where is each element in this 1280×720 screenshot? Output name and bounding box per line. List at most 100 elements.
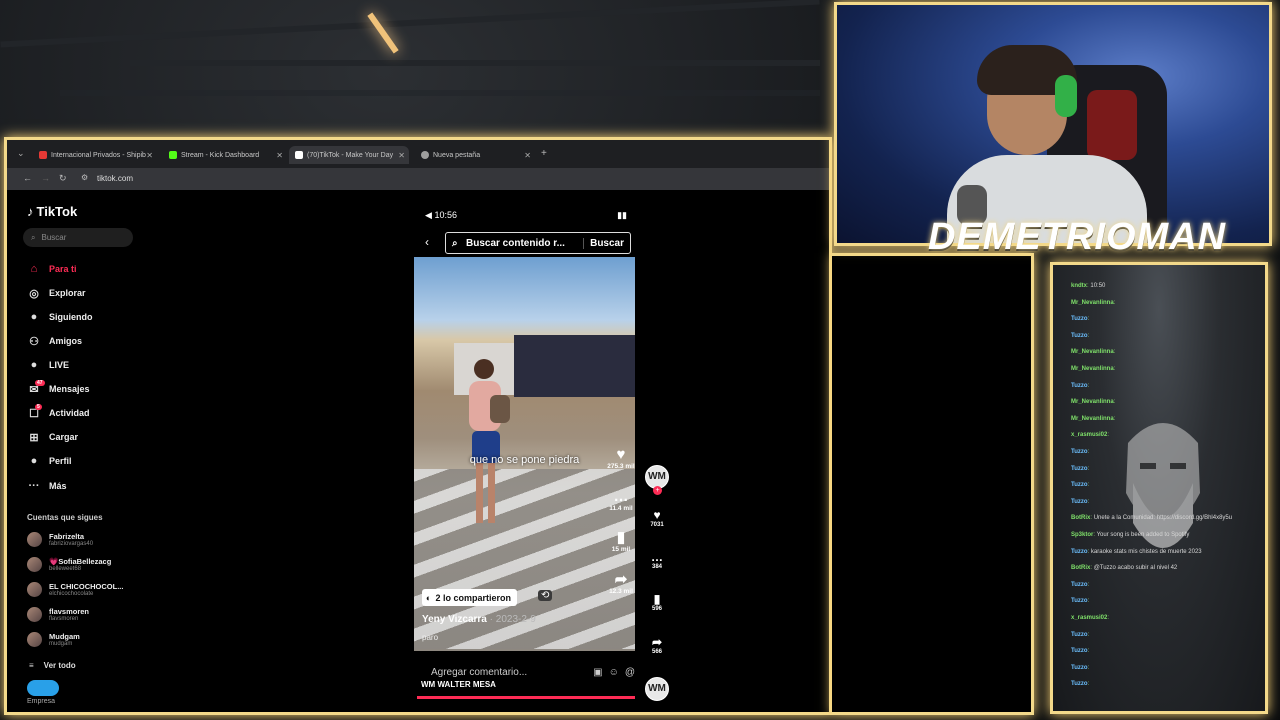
overlay-action[interactable]: … 11.4 mil bbox=[606, 489, 635, 513]
list-icon: ≡ bbox=[29, 661, 34, 670]
sidebar-item-siguiendo[interactable]: ● Siguiendo bbox=[27, 309, 93, 325]
tab-kick-privados[interactable]: Internacional Privados - Shipib ✕ bbox=[33, 146, 157, 164]
chat-separator: : bbox=[1113, 299, 1116, 306]
chat-username[interactable]: Mr_Nevanlinna bbox=[1071, 349, 1114, 355]
phone-search-field[interactable]: ⌕ Buscar contenido r... Buscar bbox=[445, 232, 631, 254]
video-author[interactable]: Yeny Vizcarra · 2023-2-9 bbox=[422, 614, 536, 625]
chat-username[interactable]: Tuzzo bbox=[1071, 632, 1088, 638]
action-count: 12.3 mil bbox=[609, 588, 633, 595]
chat-message: Tuzzo: bbox=[1071, 316, 1089, 322]
new-tab-button[interactable]: + bbox=[541, 148, 547, 159]
company-link[interactable]: Empresa bbox=[27, 680, 59, 705]
image-icon[interactable]: ▣ bbox=[593, 667, 602, 678]
chat-username[interactable]: Mr_Nevanlinna bbox=[1071, 300, 1114, 306]
sidebar-item-live[interactable]: ● LIVE bbox=[27, 357, 69, 373]
following-account[interactable]: EL CHICOCHOCOL... elchicochocolate bbox=[27, 578, 123, 600]
chat-separator: : bbox=[1113, 415, 1116, 422]
chat-username[interactable]: x_rasmusi02 bbox=[1071, 615, 1107, 621]
emoji-icon[interactable]: ☺ bbox=[609, 667, 619, 678]
post-date: · 2023-2-9 bbox=[489, 614, 536, 625]
chat-separator: : bbox=[1087, 332, 1090, 339]
chat-username[interactable]: Tuzzo bbox=[1071, 499, 1088, 505]
reload-icon[interactable]: ↻ bbox=[59, 173, 67, 184]
chat-username[interactable]: Mr_Nevanlinna bbox=[1071, 366, 1114, 372]
chat-message: BotRix: @Tuzzo acabo subir al nivel 42 bbox=[1071, 565, 1177, 571]
chat-username[interactable]: BotRix bbox=[1071, 515, 1090, 521]
shared-by-pill[interactable]: ◐ 2 lo compartieron bbox=[422, 589, 517, 606]
side-action[interactable]: … 384 bbox=[645, 550, 669, 570]
sidebar-item-label: Mensajes bbox=[49, 384, 90, 394]
chat-message: Tuzzo: bbox=[1071, 681, 1089, 687]
sidebar-item-mensajes[interactable]: ✉ 47 Mensajes bbox=[27, 379, 90, 397]
tab-kick-dashboard[interactable]: Stream - Kick Dashboard ✕ bbox=[163, 146, 287, 164]
tab-new[interactable]: Nueva pestaña ✕ bbox=[415, 146, 535, 164]
search-input[interactable]: ⌕ Buscar bbox=[23, 228, 133, 247]
sidebar-item-explorar[interactable]: ◎ Explorar bbox=[27, 285, 85, 301]
back-icon[interactable]: ← bbox=[23, 173, 32, 183]
chat-username[interactable]: Tuzzo bbox=[1071, 665, 1088, 671]
chat-username[interactable]: Tuzzo bbox=[1071, 316, 1088, 322]
video-progress-bar[interactable] bbox=[417, 696, 635, 699]
chat-username[interactable]: kndtx bbox=[1071, 283, 1087, 289]
chat-username[interactable]: Tuzzo bbox=[1071, 681, 1088, 687]
sidebar-item-para-ti[interactable]: ⌂ Para ti bbox=[27, 261, 77, 277]
chat-username[interactable]: Tuzzo bbox=[1071, 582, 1088, 588]
site-info-icon[interactable]: ⚙ bbox=[81, 173, 88, 182]
repost-icon[interactable]: ⟲ bbox=[538, 590, 553, 601]
chat-username[interactable]: Mr_Nevanlinna bbox=[1071, 416, 1114, 422]
chat-username[interactable]: x_rasmusi02 bbox=[1071, 432, 1107, 438]
chat-username[interactable]: BotRix bbox=[1071, 565, 1090, 571]
chat-username[interactable]: Tuzzo bbox=[1071, 549, 1088, 555]
tab-tiktok[interactable]: (70)TikTok - Make Your Day ✕ bbox=[289, 146, 409, 164]
side-action[interactable]: ♥ 7031 bbox=[645, 508, 669, 528]
video-player[interactable]: que no se pone piedra ♥ 275.3 mil … 11.4 mi… bbox=[414, 257, 635, 651]
following-account[interactable]: flavsmoren flavsmoren bbox=[27, 603, 89, 625]
search-icon: ⌕ bbox=[31, 232, 36, 242]
back-arrow-icon[interactable]: ‹ bbox=[425, 235, 429, 249]
comment-input[interactable]: Agregar comentario... bbox=[431, 667, 587, 678]
sidebar-item-label: Siguiendo bbox=[49, 312, 93, 322]
sidebar-item-perfil[interactable]: ● Perfil bbox=[27, 453, 72, 469]
chat-username[interactable]: Sp3ktor bbox=[1071, 532, 1093, 538]
sidebar-item-m-s[interactable]: ··· Más bbox=[27, 478, 67, 494]
close-icon[interactable]: ✕ bbox=[524, 151, 531, 160]
chat-username[interactable]: Tuzzo bbox=[1071, 482, 1088, 488]
side-action[interactable]: ▮ 596 bbox=[645, 592, 669, 612]
notification-badge: 47 bbox=[35, 379, 45, 386]
sidebar-item-amigos[interactable]: ⚇ Amigos bbox=[27, 333, 82, 349]
search-button[interactable]: Buscar bbox=[583, 237, 630, 249]
overlay-action[interactable]: ♥ 275.3 mil bbox=[606, 447, 635, 471]
chat-username[interactable]: Tuzzo bbox=[1071, 383, 1088, 389]
url-field[interactable]: tiktok.com bbox=[97, 174, 133, 183]
tab-search-icon[interactable]: ⌄ bbox=[17, 148, 25, 159]
music-disc-avatar[interactable]: WM bbox=[645, 677, 669, 701]
chat-separator: : bbox=[1087, 316, 1090, 323]
close-icon[interactable]: ✕ bbox=[398, 151, 405, 160]
chat-username[interactable]: Tuzzo bbox=[1071, 598, 1088, 604]
sidebar-item-cargar[interactable]: ⊞ Cargar bbox=[27, 429, 78, 445]
close-icon[interactable]: ✕ bbox=[276, 151, 283, 160]
chat-username[interactable]: Tuzzo bbox=[1071, 466, 1088, 472]
following-account[interactable]: Fabrizelta fabriziovargas40 bbox=[27, 528, 93, 550]
side-action[interactable]: ➦ 566 bbox=[645, 635, 669, 655]
follow-plus-icon[interactable]: + bbox=[653, 486, 662, 495]
following-account[interactable]: Mudgam mudgam bbox=[27, 628, 80, 650]
close-icon[interactable]: ✕ bbox=[146, 151, 153, 160]
overlay-action[interactable]: ➦ 12.3 mil bbox=[606, 572, 635, 596]
sidebar-item-label: Cargar bbox=[49, 432, 79, 442]
company-icon bbox=[27, 680, 59, 696]
chat-username[interactable]: Tuzzo bbox=[1071, 648, 1088, 654]
tiktok-logo[interactable]: ♪ TikTok bbox=[27, 204, 77, 219]
chat-username[interactable]: Tuzzo bbox=[1071, 449, 1088, 455]
chat-message: Tuzzo: bbox=[1071, 383, 1089, 389]
chat-username[interactable]: Tuzzo bbox=[1071, 333, 1088, 339]
see-all-link[interactable]: ≡ Ver todo bbox=[29, 661, 76, 670]
following-account[interactable]: 💗SofiaBellezacg belleweet68 bbox=[27, 553, 111, 575]
forward-icon[interactable]: → bbox=[41, 173, 50, 183]
account-name: Mudgam bbox=[49, 631, 80, 641]
chat-username[interactable]: Mr_Nevanlinna bbox=[1071, 399, 1114, 405]
mention-icon[interactable]: @ bbox=[625, 667, 635, 678]
overlay-action[interactable]: ▮ 15 mil bbox=[606, 530, 635, 554]
chat-message: Tuzzo: bbox=[1071, 648, 1089, 654]
sidebar-item-actividad[interactable]: ☐ 5 Actividad bbox=[27, 403, 90, 421]
